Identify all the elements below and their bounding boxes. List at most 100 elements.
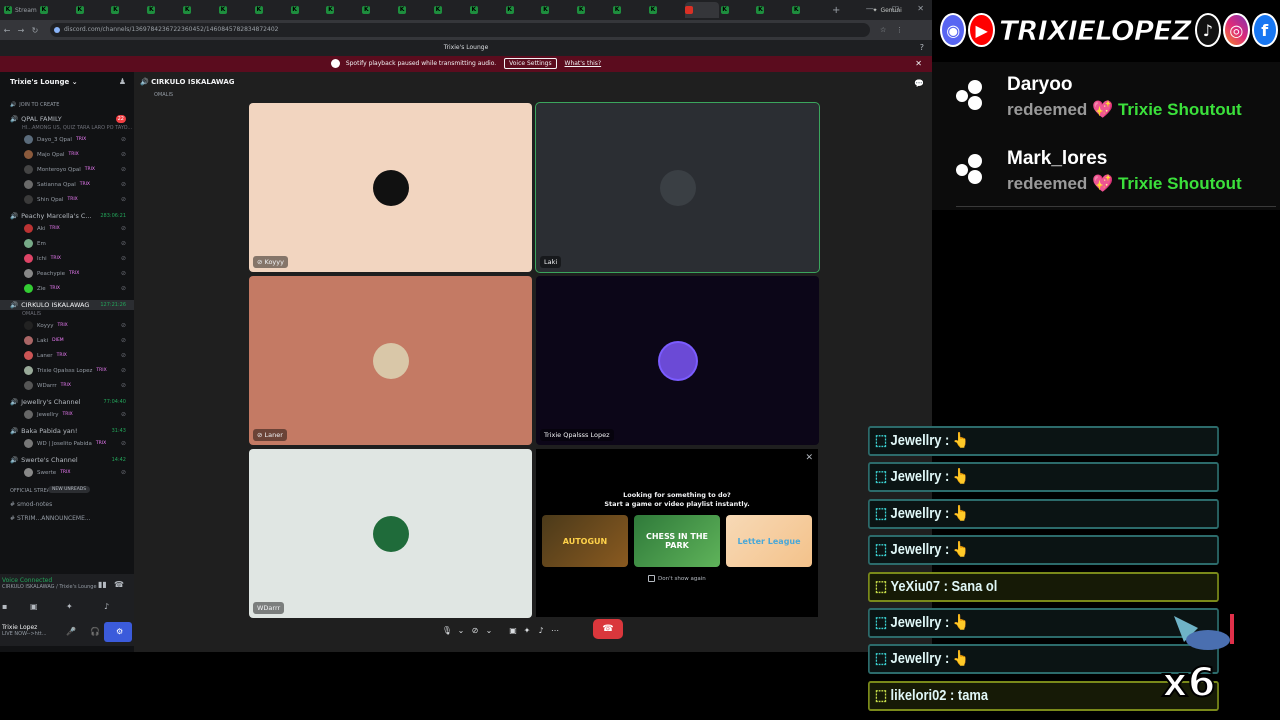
voice-channel[interactable]: 🔊 Baka Pabida yan! 31:43 bbox=[0, 426, 134, 436]
browser-tab[interactable]: K bbox=[111, 2, 145, 18]
new-tab-icon[interactable]: + bbox=[832, 5, 840, 16]
voice-member[interactable]: Shin Qpal TRIX ⊘ bbox=[0, 192, 134, 207]
more-icon[interactable]: ⋯ bbox=[548, 626, 562, 635]
browser-tab[interactable]: K bbox=[254, 2, 289, 18]
whats-this-link[interactable]: What's this? bbox=[565, 60, 602, 67]
browser-tab[interactable]: K bbox=[505, 2, 540, 18]
back-icon[interactable]: ← bbox=[0, 26, 14, 35]
screen-share-icon[interactable]: ▣ bbox=[30, 602, 38, 611]
voice-member[interactable]: Aki TRIX ⊘ bbox=[0, 221, 134, 236]
member-tag: TRIX bbox=[67, 197, 78, 202]
voice-channel[interactable]: 🔊 CIRKULO ISKALAWAG 127:21:26 bbox=[0, 300, 134, 310]
browser-tab[interactable]: K bbox=[218, 2, 253, 18]
voice-member[interactable]: WD | Joselito Pabida TRIX ⊘ bbox=[0, 436, 134, 451]
browser-tab[interactable]: K bbox=[433, 2, 468, 18]
video-tile[interactable]: WDarrr bbox=[249, 449, 532, 618]
bookmark-icon[interactable]: ☆ bbox=[880, 26, 886, 34]
browser-tab[interactable]: K bbox=[792, 2, 826, 18]
voice-member[interactable]: Zie TRIX ⊘ bbox=[0, 281, 134, 296]
join-to-create-channel[interactable]: 🔊 JOIN TO CREATE bbox=[0, 100, 134, 110]
hang-up-button[interactable]: ☎ bbox=[593, 619, 623, 639]
close-icon[interactable]: ✕ bbox=[915, 56, 922, 72]
browser-tab[interactable]: K bbox=[541, 2, 575, 18]
browser-tab[interactable] bbox=[684, 2, 719, 18]
voice-member[interactable]: Peachypie TRIX ⊘ bbox=[0, 266, 134, 281]
soundboard-icon[interactable]: ♪ bbox=[104, 602, 109, 611]
screen-share-icon[interactable]: ▣ bbox=[506, 626, 520, 635]
browser-tab[interactable]: K bbox=[290, 2, 325, 18]
video-icon[interactable]: ▪ bbox=[2, 602, 7, 611]
voice-channel[interactable]: 🔊 QPAL FAMILY 22 bbox=[0, 114, 134, 124]
voice-member[interactable]: Jewellry TRIX ⊘ bbox=[0, 407, 134, 422]
voice-member[interactable]: WDarrr TRIX ⊘ bbox=[0, 378, 134, 393]
video-tile[interactable]: Laki bbox=[535, 102, 820, 273]
disconnect-icon[interactable]: ☎ bbox=[114, 580, 124, 589]
voice-member[interactable]: Monteroyo Qpal TRIX ⊘ bbox=[0, 162, 134, 177]
browser-tab[interactable]: K bbox=[577, 2, 611, 18]
activity-icon[interactable]: ✦ bbox=[520, 626, 534, 635]
new-unreads-pill[interactable]: NEW UNREADS bbox=[48, 486, 91, 493]
voice-member[interactable]: Laner TRIX ⊘ bbox=[0, 348, 134, 363]
voice-settings-button[interactable]: Voice Settings bbox=[504, 58, 557, 69]
voice-member[interactable]: Satianna Qpal TRIX ⊘ bbox=[0, 177, 134, 192]
voice-member[interactable]: Dayo_3 Qpal TRIX ⊘ bbox=[0, 132, 134, 147]
forward-icon[interactable]: → bbox=[14, 26, 28, 35]
video-tile[interactable]: Trixie Qpalsss Lopez bbox=[536, 276, 819, 445]
text-channel[interactable]: # smod-notes bbox=[0, 500, 134, 510]
voice-member[interactable]: Trixie Qpalsss Lopez TRIX ⊘ bbox=[0, 363, 134, 378]
chat-icon[interactable]: 💬 bbox=[914, 79, 924, 88]
maximize-icon[interactable]: ▢ bbox=[892, 4, 900, 13]
dont-show-checkbox[interactable]: Don't show again bbox=[648, 575, 706, 582]
checkbox-box[interactable] bbox=[648, 575, 655, 582]
voice-channel[interactable]: 🔊 Peachy Marcella's C... 283:06:21 bbox=[0, 211, 134, 221]
voice-member[interactable]: Majo Qpal TRIX ⊘ bbox=[0, 147, 134, 162]
minimize-icon[interactable]: — bbox=[866, 4, 874, 13]
browser-tab[interactable]: K bbox=[326, 2, 360, 18]
browser-tab[interactable]: K bbox=[362, 2, 396, 18]
activity-card-chess[interactable]: CHESS IN THE PARK bbox=[634, 515, 720, 567]
activity-icon[interactable]: ✦ bbox=[66, 602, 73, 611]
close-window-icon[interactable]: ✕ bbox=[917, 4, 924, 13]
browser-tab[interactable]: K bbox=[183, 2, 217, 18]
help-icon[interactable]: ? bbox=[920, 40, 924, 56]
gear-icon[interactable]: ⚙ bbox=[116, 627, 123, 636]
signal-icon[interactable]: ▮▮ bbox=[98, 580, 107, 589]
video-tile[interactable]: ⊘ Laner bbox=[249, 276, 532, 445]
voice-member[interactable]: Swerte TRIX ⊘ bbox=[0, 465, 134, 480]
activity-card-letter-league[interactable]: Letter League bbox=[726, 515, 812, 567]
browser-tab[interactable]: K Stream bbox=[4, 2, 38, 18]
activity-card-autogun[interactable]: AUTOGUN bbox=[542, 515, 628, 567]
soundboard-icon[interactable]: ♪ bbox=[534, 626, 548, 635]
browser-tab[interactable]: K bbox=[756, 2, 790, 18]
voice-channel[interactable]: 🔊 Swerte's Channel 14:42 bbox=[0, 455, 134, 465]
headset-icon[interactable]: 🎧 bbox=[90, 627, 100, 636]
voice-member[interactable]: Koyyy TRIX ⊘ bbox=[0, 318, 134, 333]
text-channel[interactable]: # STRIM...ANNOUNCEME... bbox=[0, 514, 134, 524]
close-activity-icon[interactable]: ✕ bbox=[805, 453, 813, 463]
browser-tab[interactable]: K bbox=[648, 2, 683, 18]
chevron-down-icon[interactable]: ⌄ bbox=[454, 626, 468, 635]
avatar bbox=[24, 224, 33, 233]
camera-off-icon[interactable]: ⊘ bbox=[468, 626, 482, 635]
browser-tab[interactable]: K bbox=[613, 2, 647, 18]
browser-tab[interactable]: K bbox=[39, 2, 74, 18]
add-friend-icon[interactable]: ♟ bbox=[119, 77, 126, 86]
voice-member[interactable]: Ichi TRIX ⊘ bbox=[0, 251, 134, 266]
chat-message: ⬚ Jewellry : 👆 bbox=[868, 426, 1219, 456]
browser-tab[interactable]: K bbox=[75, 2, 110, 18]
mic-icon[interactable]: 🎙 bbox=[440, 626, 454, 635]
extensions-icon[interactable]: ⋮ bbox=[896, 26, 903, 34]
voice-member[interactable]: Em ⊘ bbox=[0, 236, 134, 251]
mic-icon[interactable]: 🎤 bbox=[66, 627, 76, 636]
voice-channel[interactable]: 🔊 Jewellry's Channel 77:04:40 bbox=[0, 397, 134, 407]
url-input[interactable]: discord.com/channels/1369784236722360452… bbox=[50, 23, 870, 37]
browser-tab[interactable]: K bbox=[469, 2, 504, 18]
server-header[interactable]: Trixie's Lounge ⌄ ♟ bbox=[0, 72, 134, 94]
reload-icon[interactable]: ↻ bbox=[28, 26, 42, 35]
browser-tab[interactable]: K bbox=[398, 2, 432, 18]
chevron-down-icon[interactable]: ⌄ bbox=[482, 626, 496, 635]
voice-member[interactable]: Laki DIEM ⊘ bbox=[0, 333, 134, 348]
browser-tab[interactable]: K bbox=[720, 2, 755, 18]
video-tile[interactable]: ⊘ Koyyy bbox=[249, 103, 532, 272]
browser-tab[interactable]: K bbox=[147, 2, 181, 18]
